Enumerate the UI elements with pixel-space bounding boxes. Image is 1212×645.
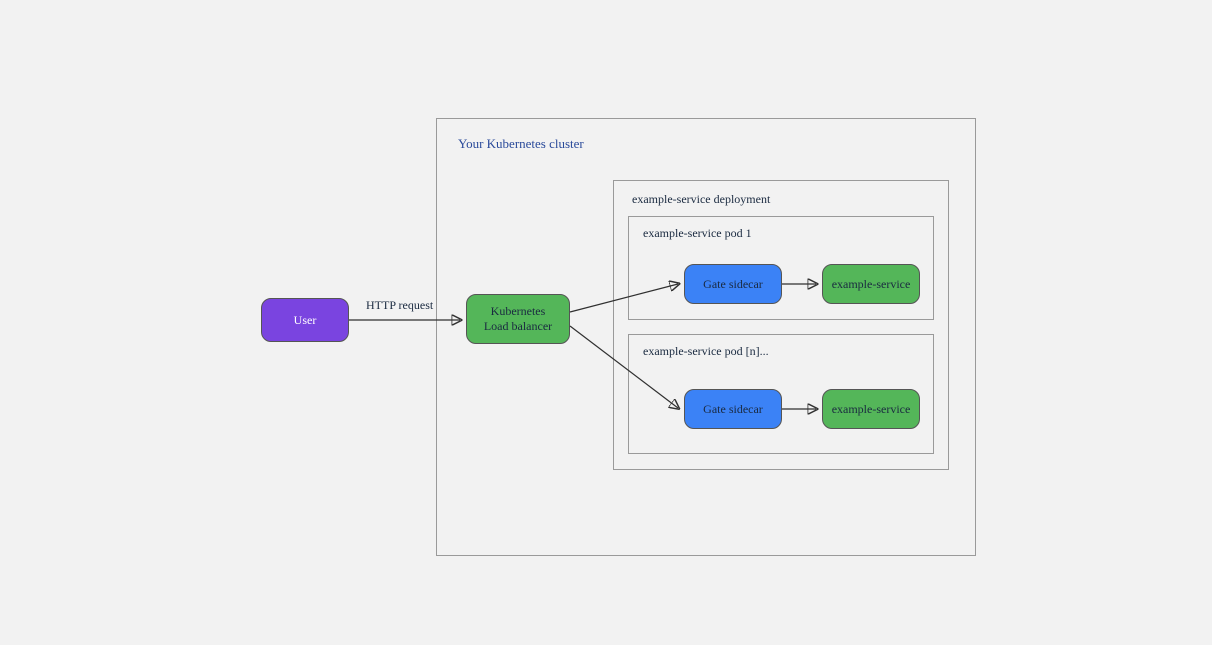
cluster-title: Your Kubernetes cluster — [458, 136, 584, 152]
pod-1-service-box: example-service — [822, 264, 920, 304]
pod-1-sidecar-label: Gate sidecar — [703, 277, 763, 292]
pod-n-title: example-service pod [n]... — [643, 344, 769, 359]
user-box: User — [261, 298, 349, 342]
edge-http-request-label: HTTP request — [366, 298, 433, 313]
diagram-canvas: Your Kubernetes cluster example-service … — [0, 0, 1212, 645]
pod-n-service-box: example-service — [822, 389, 920, 429]
pod-n-sidecar-box: Gate sidecar — [684, 389, 782, 429]
pod-n-service-label: example-service — [832, 402, 911, 417]
pod-1-sidecar-box: Gate sidecar — [684, 264, 782, 304]
pod-1-title: example-service pod 1 — [643, 226, 752, 241]
load-balancer-box: Kubernetes Load balancer — [466, 294, 570, 344]
deployment-title: example-service deployment — [632, 192, 770, 207]
pod-n-sidecar-label: Gate sidecar — [703, 402, 763, 417]
user-label: User — [294, 313, 317, 328]
load-balancer-label: Kubernetes Load balancer — [484, 304, 552, 334]
pod-1-service-label: example-service — [832, 277, 911, 292]
